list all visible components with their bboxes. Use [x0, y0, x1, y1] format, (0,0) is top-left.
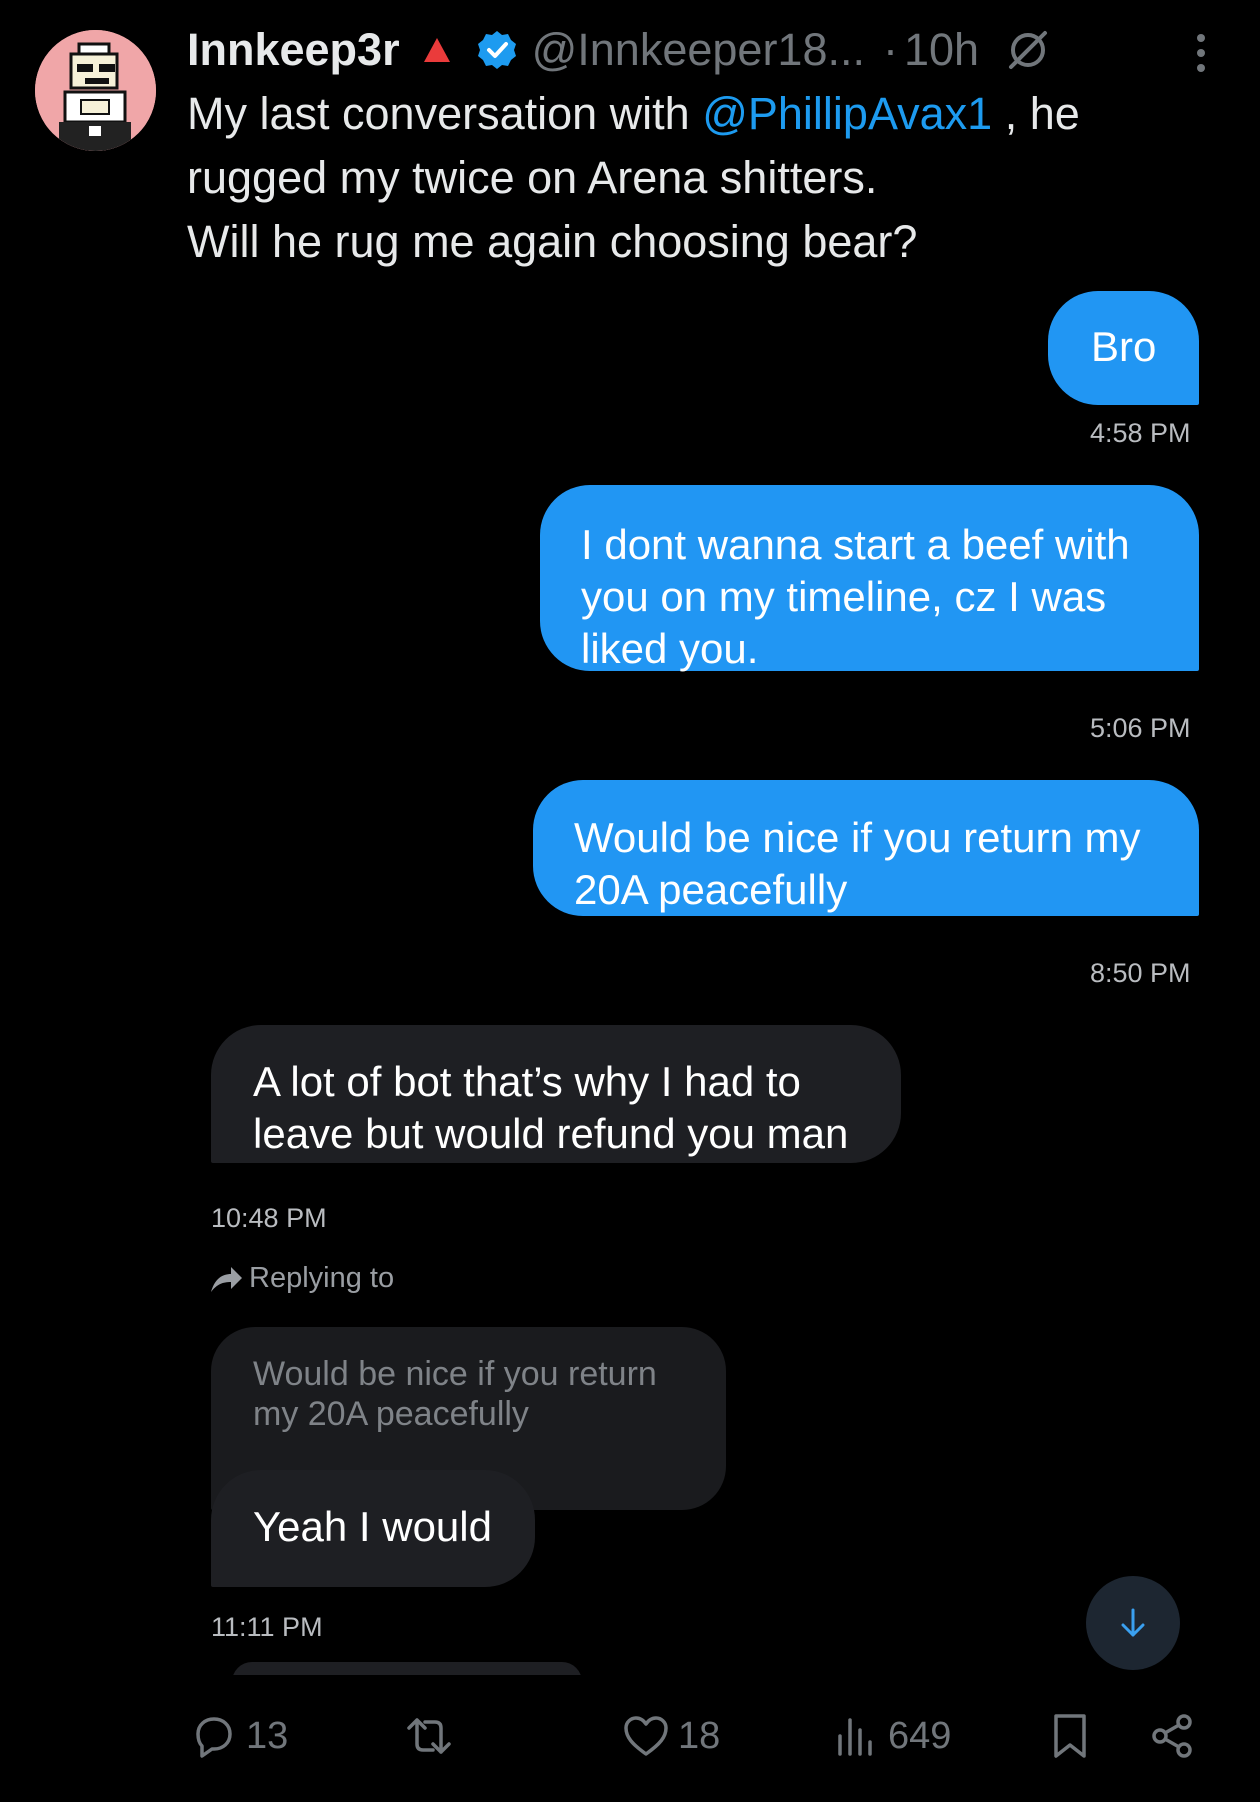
reply-count: 13	[246, 1714, 289, 1757]
reply-icon	[196, 1717, 232, 1758]
author-name[interactable]: Innkeep3r	[187, 24, 400, 76]
bookmark-button[interactable]	[1046, 1712, 1102, 1760]
reply-button[interactable]: 13	[190, 1712, 288, 1760]
verified-badge-icon	[477, 31, 516, 69]
tweet-text-segment: My last conversation with	[187, 88, 703, 139]
message-text: A lot of bot that’s why I had to leave b…	[253, 1058, 849, 1157]
tweet-text: My last conversation with @PhillipAvax1 …	[187, 82, 1227, 274]
message-bubble-incoming: Yeah I would	[211, 1470, 535, 1587]
replying-to-text: Replying to	[249, 1262, 395, 1294]
like-count: 18	[678, 1714, 721, 1757]
views-button[interactable]: 649	[832, 1712, 951, 1760]
message-text: Would be nice if you return my 20A peace…	[574, 814, 1141, 913]
mention-link[interactable]: @PhillipAvax1	[702, 88, 992, 139]
like-button[interactable]: 18	[622, 1712, 720, 1760]
separator-dot: ·	[883, 24, 898, 75]
heart-icon	[624, 1716, 668, 1756]
grok-icon[interactable]	[1005, 27, 1051, 73]
more-options-icon[interactable]	[1186, 28, 1216, 78]
repost-button[interactable]	[405, 1712, 461, 1760]
avatar-pixel-art-icon	[35, 30, 156, 151]
message-time: 11:11 PM	[211, 1612, 323, 1642]
message-bubble-outgoing: Would be nice if you return my 20A peace…	[533, 780, 1199, 916]
tweet-line-2: rugged my twice on Arena shitters.	[187, 152, 878, 203]
tweet-header: Innkeep3r @Innkeeper18... · 10h	[187, 22, 1051, 78]
scroll-to-bottom-button[interactable]	[1086, 1576, 1180, 1670]
tweet: Innkeep3r @Innkeeper18... · 10h My last …	[0, 0, 1260, 1802]
tweet-timestamp[interactable]: 10h	[904, 24, 979, 76]
message-bubble-partial	[232, 1662, 582, 1675]
reply-arrow-icon	[211, 1266, 242, 1292]
tweet-text-segment: , he	[992, 88, 1080, 139]
message-time: 5:06 PM	[1090, 713, 1191, 743]
message-time: 8:50 PM	[1090, 958, 1191, 988]
share-button[interactable]	[1148, 1712, 1204, 1760]
attached-image[interactable]: Bro 4:58 PM I dont wanna start a beef wi…	[187, 270, 1199, 1675]
view-count: 649	[888, 1714, 952, 1757]
message-bubble-outgoing: Bro	[1048, 291, 1199, 405]
message-bubble-outgoing: I dont wanna start a beef with you on my…	[540, 485, 1199, 672]
bookmark-icon	[1054, 1714, 1086, 1758]
arrow-down-icon	[1121, 1608, 1145, 1637]
share-icon	[1152, 1714, 1192, 1758]
message-time: 4:58 PM	[1090, 418, 1191, 448]
views-chart-icon	[838, 1718, 872, 1756]
tweet-action-bar: 13 18 649	[0, 1700, 1260, 1770]
message-text: Yeah I would	[253, 1503, 492, 1550]
quoted-message-text: Would be nice if you return my 20A peace…	[253, 1355, 657, 1433]
tweet-line-1: My last conversation with @PhillipAvax1 …	[187, 82, 1227, 146]
message-text: I dont wanna start a beef with you on my…	[581, 521, 1130, 672]
message-bubble-incoming: A lot of bot that’s why I had to leave b…	[211, 1025, 901, 1163]
tweet-line-3: Will he rug me again choosing bear?	[187, 216, 918, 267]
repost-icon	[407, 1718, 451, 1754]
message-text: Bro	[1091, 323, 1157, 370]
message-time: 10:48 PM	[211, 1203, 327, 1233]
author-handle[interactable]: @Innkeeper18...	[532, 24, 865, 76]
avatar[interactable]	[35, 30, 156, 151]
replying-to-label: Replying to	[209, 1262, 394, 1295]
red-triangle-icon	[423, 38, 450, 62]
